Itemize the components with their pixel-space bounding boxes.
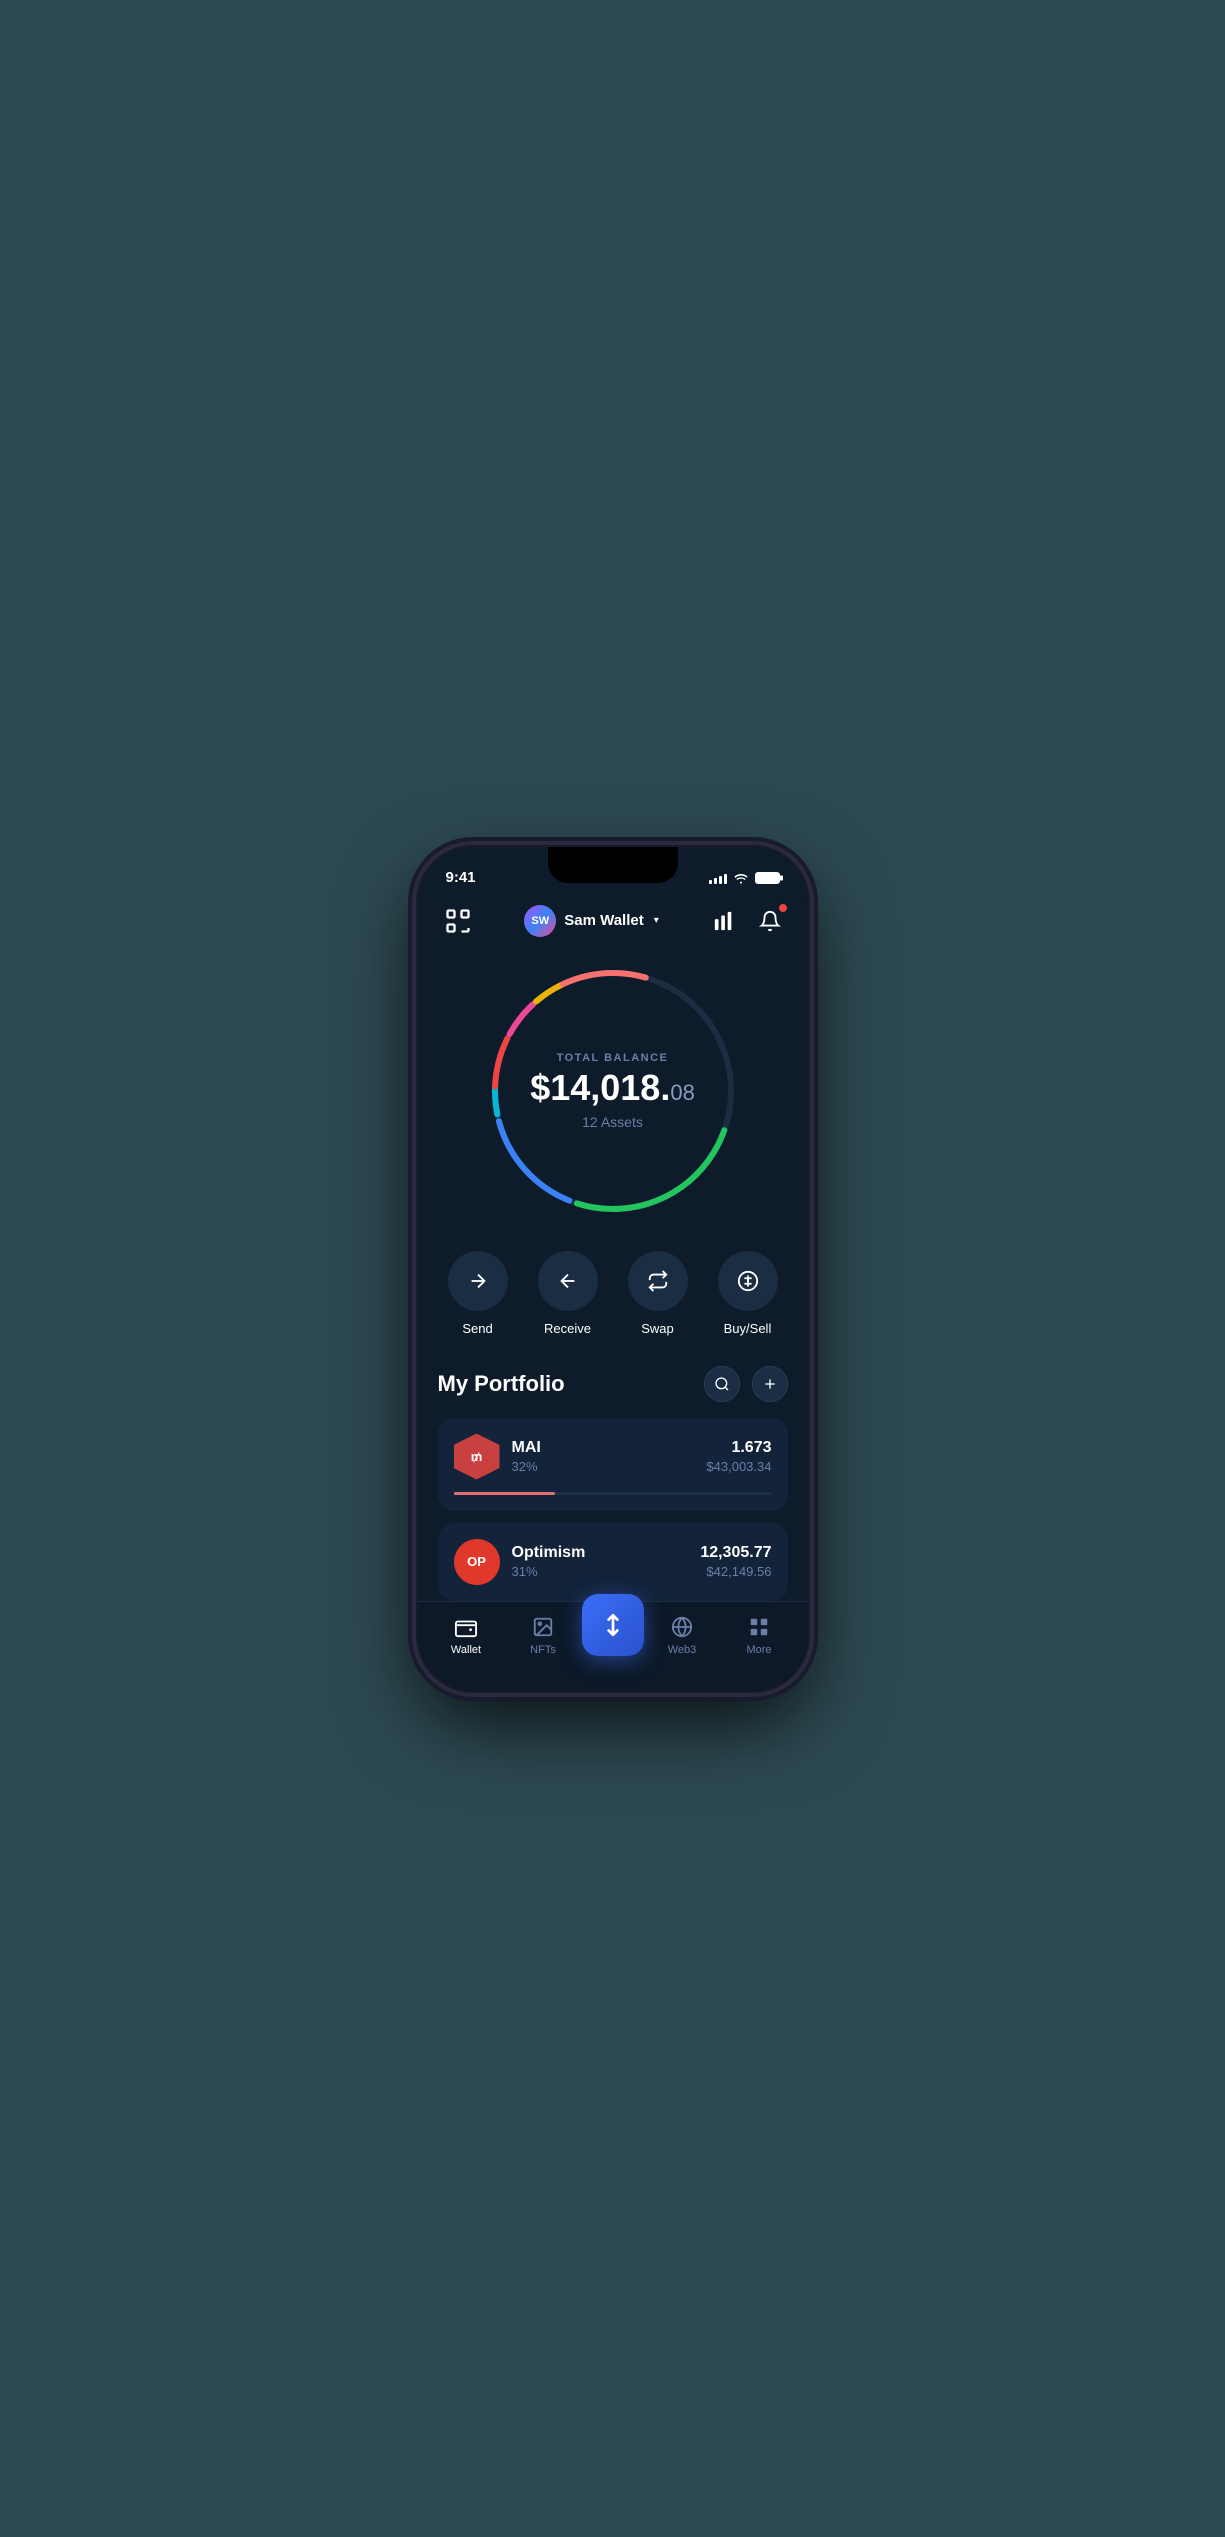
portfolio-action-buttons xyxy=(704,1366,788,1402)
balance-main: $14,018. xyxy=(530,1067,670,1108)
optimism-info: Optimism 31% xyxy=(512,1544,689,1579)
portfolio-section: My Portfolio xyxy=(418,1366,808,1601)
notification-button[interactable] xyxy=(754,905,786,937)
swap-label: Swap xyxy=(641,1321,674,1336)
receive-button[interactable] xyxy=(538,1251,598,1311)
optimism-usd: $42,149.56 xyxy=(700,1564,771,1579)
add-asset-button[interactable] xyxy=(752,1366,788,1402)
nav-wallet[interactable]: Wallet xyxy=(428,1614,505,1656)
optimism-values: 12,305.77 $42,149.56 xyxy=(700,1544,771,1579)
web3-nav-label: Web3 xyxy=(668,1644,697,1656)
asset-card-mai[interactable]: ₥ MAI 32% 1.673 $43,003.34 xyxy=(438,1418,788,1511)
portfolio-header: My Portfolio xyxy=(438,1366,788,1402)
balance-assets: 12 Assets xyxy=(530,1114,695,1130)
nav-center[interactable] xyxy=(582,1614,644,1656)
center-action-button[interactable] xyxy=(582,1594,644,1656)
header: SW Sam Wallet ▾ xyxy=(418,895,808,951)
buysell-action: Buy/Sell xyxy=(718,1251,778,1336)
send-button[interactable] xyxy=(448,1251,508,1311)
asset-row: ₥ MAI 32% 1.673 $43,003.34 xyxy=(454,1434,772,1480)
wallet-name: Sam Wallet xyxy=(564,912,643,929)
optimism-icon: OP xyxy=(454,1539,500,1585)
nfts-icon xyxy=(530,1614,556,1640)
balance-info: TOTAL BALANCE $14,018.08 12 Assets xyxy=(530,1052,695,1130)
bottom-nav: Wallet NFTs xyxy=(418,1601,808,1691)
nfts-nav-label: NFTs xyxy=(530,1644,556,1656)
optimism-pct: 31% xyxy=(512,1564,689,1579)
mai-icon: ₥ xyxy=(454,1434,500,1480)
notification-badge xyxy=(778,903,788,913)
mai-pct: 32% xyxy=(512,1459,695,1474)
optimism-amount: 12,305.77 xyxy=(700,1544,771,1562)
more-icon xyxy=(746,1614,772,1640)
balance-chart: TOTAL BALANCE $14,018.08 12 Assets xyxy=(483,961,743,1221)
portfolio-title: My Portfolio xyxy=(438,1371,565,1397)
web3-icon xyxy=(669,1614,695,1640)
actions-row: Send Receive xyxy=(418,1241,808,1366)
status-time: 9:41 xyxy=(446,869,476,886)
wallet-avatar: SW xyxy=(524,905,556,937)
mai-progress-container xyxy=(454,1492,772,1495)
mai-info: MAI 32% xyxy=(512,1439,695,1474)
mai-name: MAI xyxy=(512,1439,695,1457)
buysell-button[interactable] xyxy=(718,1251,778,1311)
balance-section: TOTAL BALANCE $14,018.08 12 Assets xyxy=(418,951,808,1241)
battery-icon xyxy=(755,872,780,884)
status-icons xyxy=(709,872,780,884)
swap-action: Swap xyxy=(628,1251,688,1336)
receive-action: Receive xyxy=(538,1251,598,1336)
nav-web3[interactable]: Web3 xyxy=(644,1614,721,1656)
nav-more[interactable]: More xyxy=(721,1614,798,1656)
mai-progress-bar xyxy=(454,1492,556,1495)
asset-row: OP Optimism 31% 12,305.77 $42,149.56 xyxy=(454,1539,772,1585)
more-nav-label: More xyxy=(746,1644,771,1656)
balance-amount: $14,018.08 xyxy=(530,1070,695,1106)
wallet-nav-label: Wallet xyxy=(451,1644,481,1656)
nav-nfts[interactable]: NFTs xyxy=(505,1614,582,1656)
chevron-down-icon: ▾ xyxy=(654,915,659,926)
search-button[interactable] xyxy=(704,1366,740,1402)
notch xyxy=(548,847,678,883)
asset-card-optimism[interactable]: OP Optimism 31% 12,305.77 $42,149.56 xyxy=(438,1523,788,1601)
balance-label: TOTAL BALANCE xyxy=(530,1052,695,1064)
receive-label: Receive xyxy=(544,1321,591,1336)
signal-icon xyxy=(709,872,727,884)
phone-screen: 9:41 xyxy=(418,847,808,1691)
phone-frame: 9:41 xyxy=(418,847,808,1691)
wallet-selector[interactable]: SW Sam Wallet ▾ xyxy=(524,905,659,937)
scan-button[interactable] xyxy=(440,903,476,939)
buysell-label: Buy/Sell xyxy=(724,1321,772,1336)
header-right xyxy=(708,905,786,937)
mai-amount: 1.673 xyxy=(706,1439,771,1457)
optimism-name: Optimism xyxy=(512,1544,689,1562)
send-action: Send xyxy=(448,1251,508,1336)
swap-button[interactable] xyxy=(628,1251,688,1311)
mai-usd: $43,003.34 xyxy=(706,1459,771,1474)
chart-button[interactable] xyxy=(708,905,740,937)
mai-values: 1.673 $43,003.34 xyxy=(706,1439,771,1474)
wifi-icon xyxy=(733,872,749,884)
send-label: Send xyxy=(462,1321,492,1336)
balance-cents: 08 xyxy=(670,1080,694,1105)
wallet-icon xyxy=(453,1614,479,1640)
